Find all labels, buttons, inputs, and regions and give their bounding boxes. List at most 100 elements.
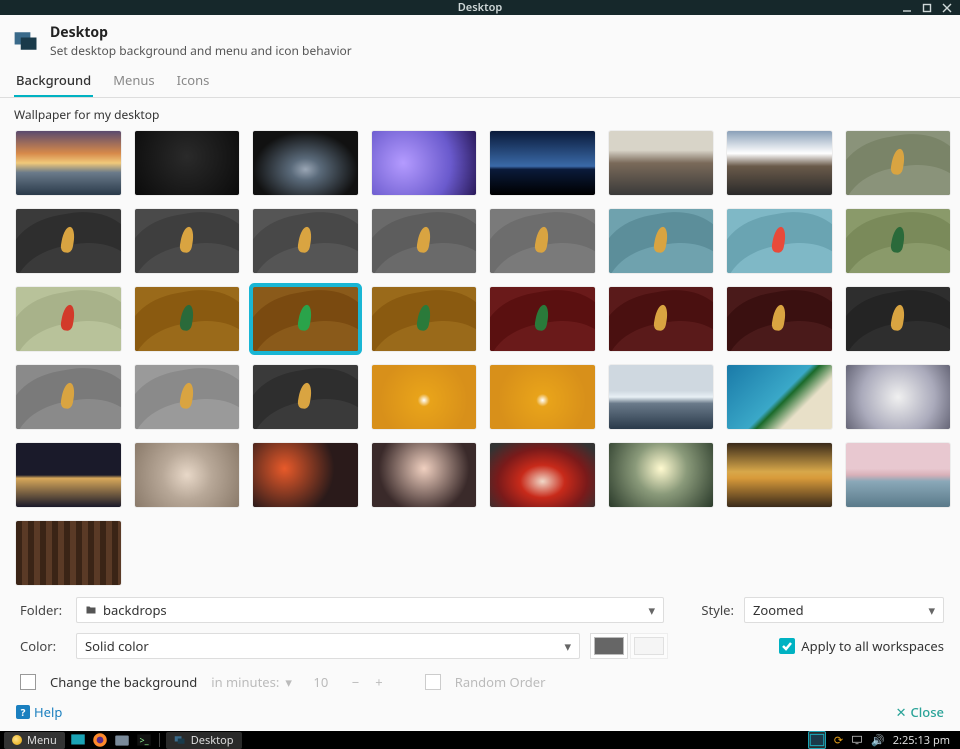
header-subtitle: Set desktop background and menu and icon… [50,42,352,59]
change-interval-value[interactable]: 10 [306,673,336,691]
header-title: Desktop [50,23,352,42]
window-title: Desktop [458,0,503,15]
tab-menus[interactable]: Menus [111,63,156,97]
change-background-checkbox[interactable] [20,674,36,690]
decrement-button[interactable]: − [352,673,359,691]
folder-combo[interactable]: backdrops ▾ [76,597,664,623]
window-minimize-button[interactable] [900,1,914,15]
desktop-app-icon [12,27,40,55]
wallpaper-thumb[interactable] [846,131,951,195]
tab-icons[interactable]: Icons [175,63,212,97]
style-label: Style: [674,601,734,619]
wallpaper-thumb[interactable] [372,287,477,351]
tray-update-icon[interactable]: ⟳ [834,733,843,748]
wallpaper-thumb[interactable] [135,131,240,195]
wallpaper-thumb[interactable] [609,365,714,429]
tray-workspace-indicator[interactable] [808,731,826,749]
desktop-task-icon [174,734,186,746]
wallpaper-thumb[interactable] [253,287,358,351]
files-launcher[interactable] [113,731,131,749]
primary-color-swatch[interactable] [594,637,624,655]
checkbox-checked-icon [779,638,795,654]
wallpaper-thumb[interactable] [727,365,832,429]
window-maximize-button[interactable] [920,1,934,15]
wallpaper-thumb[interactable] [253,209,358,273]
increment-button[interactable]: + [375,673,382,691]
tabs: Background Menus Icons [0,63,960,98]
wallpaper-thumb[interactable] [135,287,240,351]
wallpaper-thumb[interactable] [490,365,595,429]
tray-clock[interactable]: 2:25:13 pm [893,733,950,748]
color-combo[interactable]: Solid color ▾ [76,633,580,659]
close-button[interactable]: ✕ Close [896,703,944,721]
taskbar: Menu >_ Desktop ⟳ 🔊 2:25:13 pm [0,731,960,749]
wallpaper-thumb[interactable] [490,287,595,351]
taskbar-separator [159,733,160,747]
random-order-label: Random Order [455,673,546,691]
wallpaper-thumb[interactable] [490,131,595,195]
wallpaper-thumb[interactable] [135,209,240,273]
wallpaper-thumb[interactable] [135,365,240,429]
wallpaper-thumb[interactable] [727,287,832,351]
wallpaper-thumb[interactable] [490,443,595,507]
wallpaper-thumb[interactable] [727,131,832,195]
svg-text:>_: >_ [139,733,149,746]
wallpaper-thumb[interactable] [372,131,477,195]
wallpaper-thumb[interactable] [372,443,477,507]
wallpaper-thumb[interactable] [609,131,714,195]
wallpaper-thumb[interactable] [16,443,121,507]
wallpaper-thumb[interactable] [16,521,121,585]
apply-all-workspaces[interactable]: Apply to all workspaces [744,637,944,655]
wallpaper-thumb[interactable] [846,209,951,273]
style-value: Zoomed [753,601,804,619]
wallpaper-thumb[interactable] [846,287,951,351]
footer: ? Help ✕ Close [0,693,960,731]
help-button[interactable]: ? Help [16,703,62,721]
caret-down-icon: ▾ [928,601,935,619]
start-menu-button[interactable]: Menu [4,732,65,749]
wallpaper-thumb[interactable] [372,365,477,429]
style-combo[interactable]: Zoomed ▾ [744,597,944,623]
caret-down-icon: ▾ [648,601,655,619]
section-label: Wallpaper for my desktop [0,98,960,127]
tray-screen-icon[interactable] [851,734,863,746]
folder-label: Folder: [20,601,66,619]
taskbar-task-desktop[interactable]: Desktop [166,732,242,749]
wallpaper-thumb[interactable] [253,365,358,429]
terminal-launcher[interactable]: >_ [135,731,153,749]
wallpaper-thumb[interactable] [253,443,358,507]
show-desktop-button[interactable] [69,731,87,749]
wallpaper-thumb[interactable] [16,287,121,351]
caret-down-icon: ▾ [564,637,571,655]
wallpaper-thumb[interactable] [609,287,714,351]
close-x-icon: ✕ [896,703,907,721]
wallpaper-thumb[interactable] [846,365,951,429]
header: Desktop Set desktop background and menu … [0,15,960,63]
wallpaper-thumb[interactable] [490,209,595,273]
wallpaper-thumb[interactable] [135,443,240,507]
window-close-button[interactable] [940,1,954,15]
wallpaper-thumb[interactable] [16,131,121,195]
wallpaper-thumb[interactable] [16,209,121,273]
wallpaper-thumb[interactable] [609,209,714,273]
tab-background[interactable]: Background [14,63,93,97]
wallpaper-thumb[interactable] [609,443,714,507]
wallpaper-thumb[interactable] [727,209,832,273]
color-value: Solid color [85,637,149,655]
folder-icon [85,604,97,616]
wallpaper-gallery[interactable] [14,127,956,589]
secondary-color-swatch[interactable] [634,637,664,655]
folder-value: backdrops [103,601,167,619]
wallpaper-thumb[interactable] [372,209,477,273]
window-titlebar: Desktop [0,0,960,15]
desktop-settings-window: Desktop Set desktop background and menu … [0,15,960,731]
wallpaper-thumb[interactable] [253,131,358,195]
wallpaper-thumb[interactable] [16,365,121,429]
wallpaper-thumb[interactable] [846,443,951,507]
change-background-label: Change the background [50,673,197,691]
wallpaper-thumb[interactable] [727,443,832,507]
distro-logo-icon [12,735,22,745]
firefox-launcher[interactable] [91,731,109,749]
tray-volume-icon[interactable]: 🔊 [871,733,885,748]
random-order-checkbox[interactable] [425,674,441,690]
